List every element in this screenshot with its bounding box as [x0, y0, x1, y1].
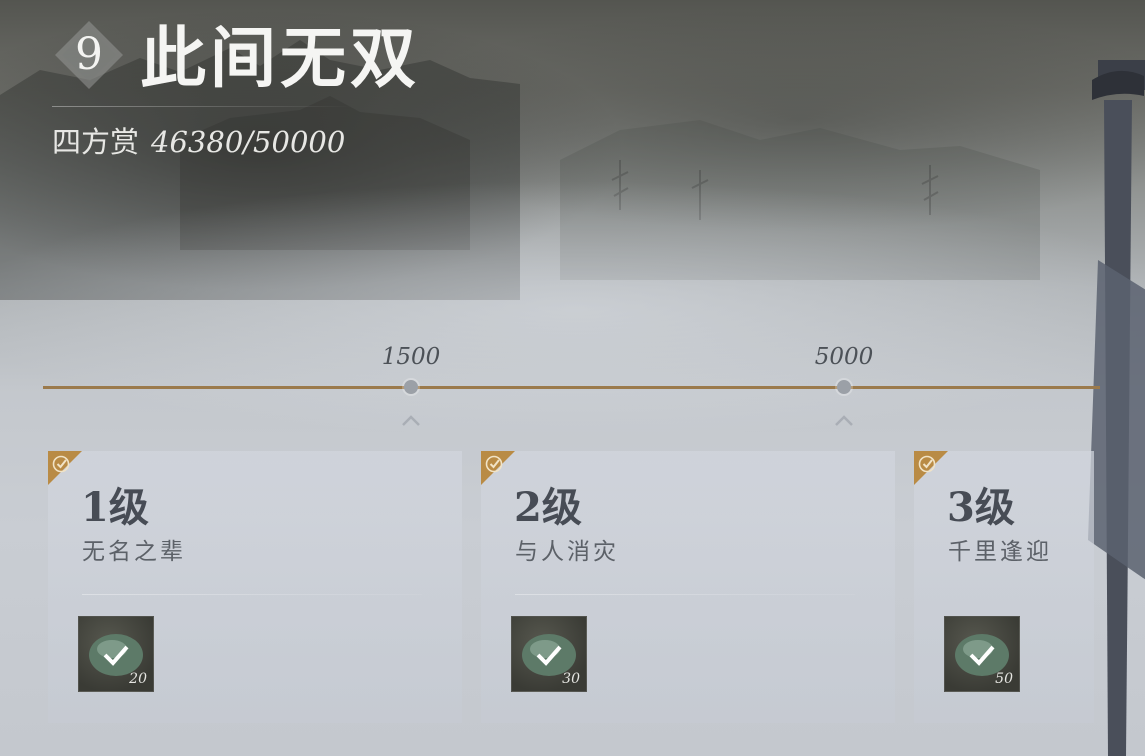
corner-check-icon: [48, 451, 82, 485]
milestone-label: 5000: [814, 344, 874, 370]
milestone-dot: [404, 380, 418, 394]
card-subtitle: 无名之辈: [82, 539, 186, 565]
caret-up-icon: [835, 415, 853, 426]
item-quantity: 50: [995, 671, 1013, 687]
reward-progress: 四方赏 46380/50000: [52, 122, 345, 162]
reward-item[interactable]: 50: [944, 616, 1020, 692]
progress-timeline: [43, 386, 1100, 389]
level-card-2[interactable]: 2级 与人消灾 30: [481, 451, 895, 723]
reward-value: 46380/50000: [151, 125, 346, 159]
item-quantity: 30: [562, 671, 580, 687]
card-divider: [515, 594, 855, 595]
milestone-label: 1500: [381, 344, 441, 370]
card-subtitle: 与人消灾: [515, 539, 619, 565]
milestone-dot: [837, 380, 851, 394]
card-divider: [82, 594, 422, 595]
caret-up-icon: [402, 415, 420, 426]
reward-item[interactable]: 20: [78, 616, 154, 692]
corner-check-icon: [914, 451, 948, 485]
level-card-1[interactable]: 1级 无名之辈 20: [48, 451, 462, 723]
corner-check-icon: [481, 451, 515, 485]
card-level: 1级: [81, 484, 149, 531]
level-card-3[interactable]: 3级 千里逢迎 50: [914, 451, 1094, 723]
card-level: 3级: [947, 484, 1015, 531]
chapter-number: 9: [75, 29, 103, 80]
card-subtitle: 千里逢迎: [948, 539, 1052, 565]
page-title: 此间无双: [140, 19, 420, 97]
fog-layer: [0, 180, 1145, 440]
item-quantity: 20: [129, 671, 147, 687]
chapter-badge: 9: [52, 18, 126, 92]
title-divider: [52, 106, 352, 107]
card-level: 2级: [514, 484, 582, 531]
sword-pillar: [1088, 60, 1145, 756]
reward-label: 四方赏: [52, 125, 140, 159]
reward-item[interactable]: 30: [511, 616, 587, 692]
